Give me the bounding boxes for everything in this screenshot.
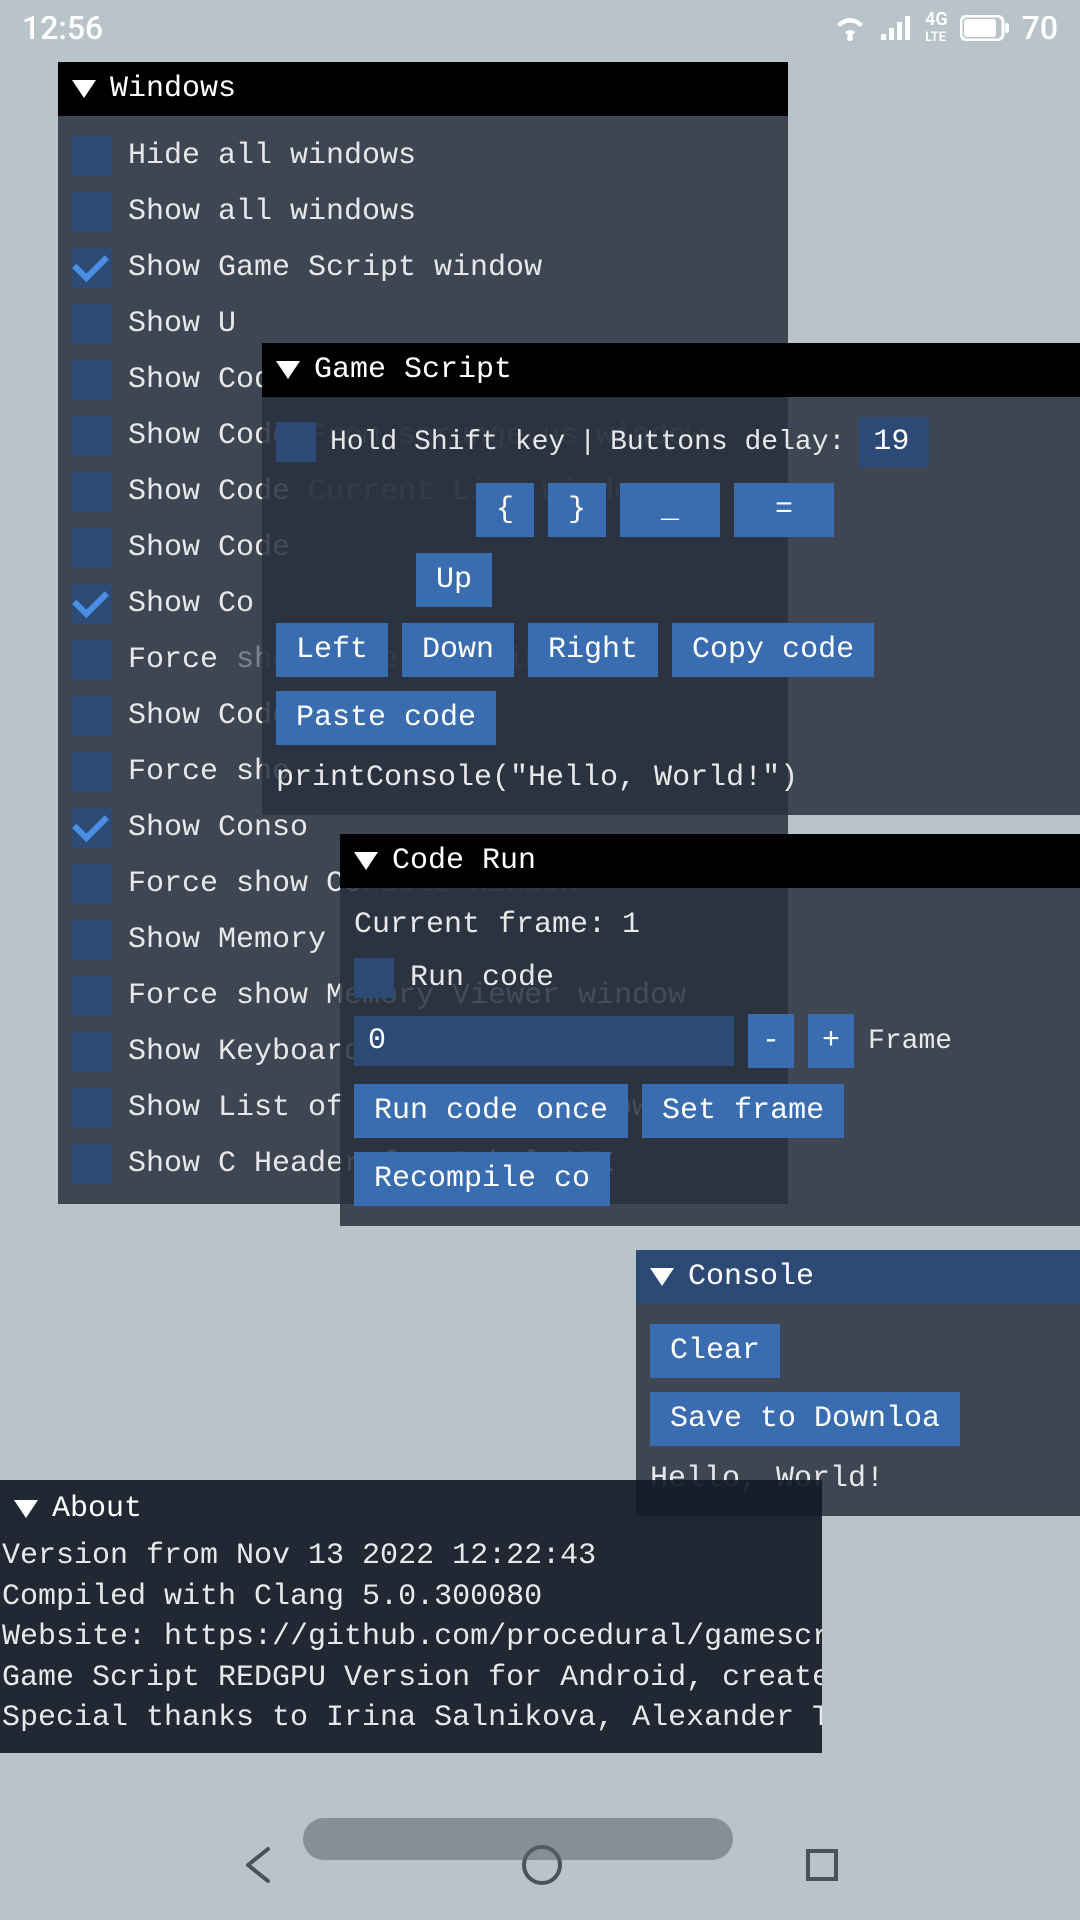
code-run-title[interactable]: Code Run: [340, 834, 1080, 888]
battery-icon: [960, 15, 1010, 41]
console-title[interactable]: Console: [636, 1250, 1080, 1304]
checkbox[interactable]: [72, 360, 112, 400]
run-code-once-button[interactable]: Run code once: [354, 1084, 628, 1138]
checkbox[interactable]: [72, 640, 112, 680]
windows-item[interactable]: Show Game Script window: [72, 240, 774, 296]
checkbox[interactable]: [72, 528, 112, 568]
about-line: Special thanks to Irina Salnikova, Alexa…: [2, 1698, 820, 1739]
copy-code-button[interactable]: Copy code: [672, 623, 874, 677]
checkbox[interactable]: [72, 584, 112, 624]
windows-item-label: Show Game Script window: [128, 251, 542, 285]
equals-button[interactable]: =: [734, 483, 834, 537]
checkbox[interactable]: [72, 1144, 112, 1184]
signal-icon: [879, 14, 913, 42]
brace-open-button[interactable]: {: [476, 483, 534, 537]
about-line: Website: https://github.com/procedural/g…: [2, 1617, 820, 1658]
about-line: Game Script REDGPU Version for Android, …: [2, 1658, 820, 1699]
recent-icon[interactable]: [802, 1845, 842, 1885]
about-line: Compiled with Clang 5.0.300080: [2, 1577, 820, 1618]
checkbox[interactable]: [72, 696, 112, 736]
save-button[interactable]: Save to Downloa: [650, 1392, 960, 1446]
windows-panel-title[interactable]: Windows: [58, 62, 788, 116]
windows-item-label: Show all windows: [128, 195, 416, 229]
status-time: 12:56: [22, 9, 103, 47]
android-nav-bar: [0, 1810, 1080, 1920]
current-frame-label: Current frame:: [354, 908, 606, 942]
set-frame-button[interactable]: Set frame: [642, 1084, 844, 1138]
collapse-icon[interactable]: [276, 361, 300, 379]
clear-button[interactable]: Clear: [650, 1324, 780, 1378]
about-panel: About Version from Nov 13 2022 12:22:43C…: [0, 1480, 822, 1753]
checkbox[interactable]: [72, 192, 112, 232]
game-script-title-label: Game Script: [314, 353, 512, 387]
collapse-icon[interactable]: [354, 852, 378, 870]
buttons-delay-input[interactable]: 19: [859, 417, 929, 467]
brace-close-button[interactable]: }: [548, 483, 606, 537]
down-button[interactable]: Down: [402, 623, 514, 677]
left-button[interactable]: Left: [276, 623, 388, 677]
back-icon[interactable]: [238, 1843, 282, 1887]
checkbox[interactable]: [72, 976, 112, 1016]
frame-plus-button[interactable]: +: [808, 1014, 854, 1068]
code-line[interactable]: printConsole("Hello, World!"): [276, 761, 798, 795]
collapse-icon[interactable]: [14, 1500, 38, 1518]
underscore-button[interactable]: _: [620, 483, 720, 537]
about-line: Version from Nov 13 2022 12:22:43: [2, 1536, 820, 1577]
windows-item[interactable]: Show all windows: [72, 184, 774, 240]
checkbox[interactable]: [72, 304, 112, 344]
nav-pill: [303, 1818, 733, 1860]
collapse-icon[interactable]: [72, 80, 96, 98]
about-title-label: About: [52, 1492, 142, 1526]
code-run-title-label: Code Run: [392, 844, 536, 878]
recompile-button[interactable]: Recompile co: [354, 1152, 610, 1206]
code-run-panel: Code Run Current frame: 1 Run code 0 - +…: [340, 834, 1080, 1226]
battery-percent: 70: [1022, 9, 1058, 47]
windows-item-label: Show U: [128, 307, 236, 341]
about-title[interactable]: About: [0, 1480, 822, 1532]
windows-item-label: Show Memory: [128, 923, 326, 957]
run-code-label: Run code: [410, 961, 554, 995]
checkbox[interactable]: [72, 248, 112, 288]
checkbox[interactable]: [72, 416, 112, 456]
current-frame-value: 1: [622, 908, 640, 942]
windows-item-label: Show Co: [128, 587, 254, 621]
checkbox[interactable]: [72, 1032, 112, 1072]
status-bar: 12:56 4GLTE 70: [0, 0, 1080, 56]
up-button[interactable]: Up: [416, 553, 492, 607]
separator: |: [579, 427, 596, 458]
frame-input[interactable]: 0: [354, 1016, 734, 1066]
console-panel: Console Clear Save to Downloa Hello, Wor…: [636, 1250, 1080, 1516]
checkbox[interactable]: [72, 1088, 112, 1128]
checkbox[interactable]: [72, 920, 112, 960]
frame-label: Frame: [868, 1026, 952, 1057]
hold-shift-label: Hold Shift key: [330, 427, 565, 458]
collapse-icon[interactable]: [650, 1268, 674, 1286]
status-icons: 4GLTE 70: [833, 9, 1058, 47]
checkbox[interactable]: [72, 136, 112, 176]
checkbox[interactable]: [72, 808, 112, 848]
console-title-label: Console: [688, 1260, 814, 1294]
windows-item-label: Show Conso: [128, 811, 308, 845]
paste-code-button[interactable]: Paste code: [276, 691, 496, 745]
right-button[interactable]: Right: [528, 623, 658, 677]
checkbox[interactable]: [72, 864, 112, 904]
checkbox[interactable]: [72, 752, 112, 792]
game-script-title[interactable]: Game Script: [262, 343, 1080, 397]
checkbox[interactable]: [72, 472, 112, 512]
hold-shift-checkbox[interactable]: [276, 422, 316, 462]
wifi-icon: [833, 14, 867, 42]
run-code-checkbox[interactable]: [354, 958, 394, 998]
windows-title-label: Windows: [110, 72, 236, 106]
windows-item[interactable]: Hide all windows: [72, 128, 774, 184]
network-type: 4GLTE: [925, 12, 948, 44]
game-script-panel: Game Script Hold Shift key | Buttons del…: [262, 343, 1080, 815]
windows-item-label: Hide all windows: [128, 139, 416, 173]
frame-minus-button[interactable]: -: [748, 1014, 794, 1068]
buttons-delay-label: Buttons delay:: [610, 427, 845, 458]
